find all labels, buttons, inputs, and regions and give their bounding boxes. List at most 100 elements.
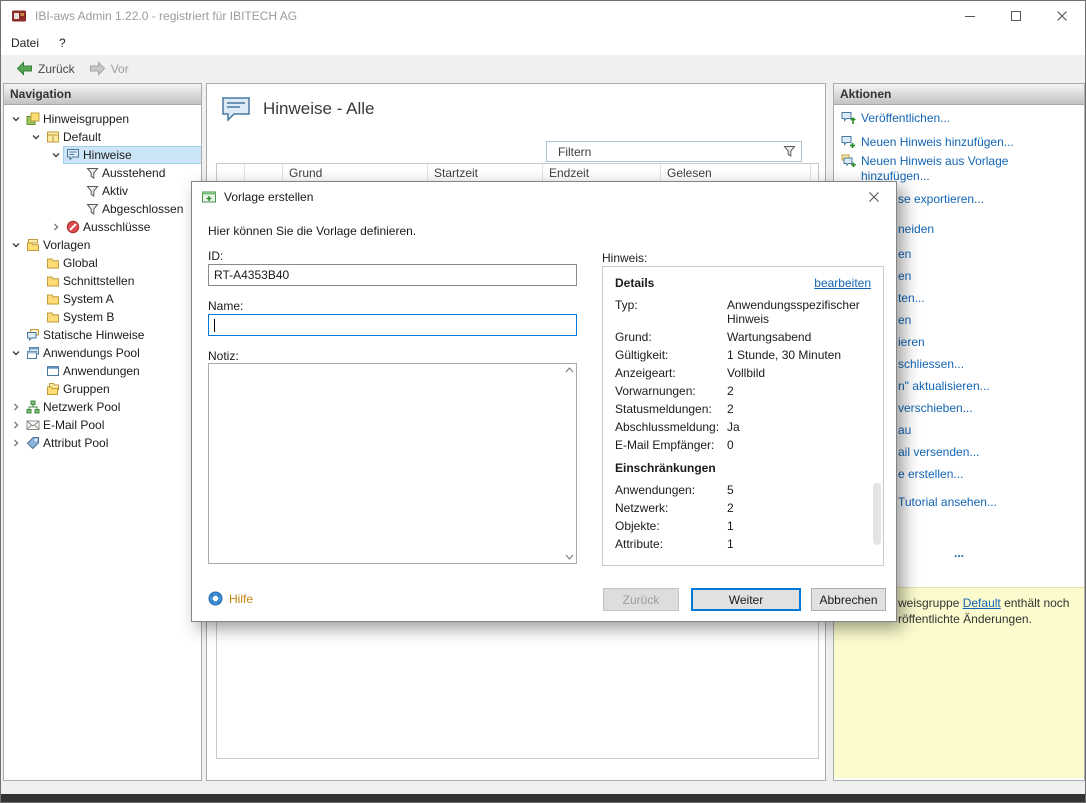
notification-text: enthält noch (1000, 596, 1070, 610)
weiter-button[interactable]: Weiter (691, 588, 801, 611)
table-column-header-grund[interactable]: Grund (283, 164, 428, 181)
tree-item-system-a[interactable]: System A (4, 290, 201, 308)
scroll-up-arrow-icon[interactable] (565, 367, 574, 373)
tree-collapsed-chevron-icon[interactable] (8, 437, 24, 449)
details-rows: Typ: Anwendungsspezifischer Hinweis Grund:… (615, 298, 871, 452)
tree-item-anwendungs-pool[interactable]: Anwendungs Pool (4, 344, 201, 362)
funnel-icon[interactable] (783, 145, 796, 158)
filter-input[interactable]: Filtern (546, 141, 802, 162)
tree-item-label: Hinweise (83, 148, 132, 162)
action-item-ver-ffentlichen[interactable]: Veröffentlichen... (841, 111, 1078, 126)
details-scrollbar-thumb[interactable] (873, 483, 881, 545)
notification-text: weisgruppe (898, 596, 963, 610)
tree-collapsed-chevron-icon[interactable] (48, 221, 64, 233)
close-icon (868, 191, 879, 202)
tree-item-label: Attribut Pool (43, 436, 109, 450)
detail-value: 1 (727, 537, 734, 551)
tree-item-label: Gruppen (63, 382, 110, 396)
action-item-neuen-hinweis-hinzuf-gen[interactable]: Neuen Hinweis hinzufügen... (841, 135, 1078, 150)
table-column-header-item[interactable] (217, 164, 245, 181)
filter-placeholder: Filtern (558, 144, 592, 159)
tree-item-ausstehend[interactable]: Ausstehend (4, 164, 201, 182)
detail-label: Statusmeldungen: (615, 402, 712, 416)
scroll-down-arrow-icon[interactable] (565, 554, 574, 560)
name-input[interactable] (208, 314, 577, 336)
action-item-au[interactable]: au (898, 423, 1078, 438)
action-label: verschieben... (898, 401, 973, 415)
tree-item-ausschl-sse[interactable]: Ausschlüsse (4, 218, 201, 236)
action-item-verschieben[interactable]: verschieben... (898, 401, 1078, 416)
tree-expanded-chevron-icon[interactable] (8, 347, 24, 359)
hinweisgruppe-icon (46, 130, 60, 144)
table-column-header-item[interactable] (245, 164, 283, 181)
tree-item-label: Aktiv (102, 184, 129, 198)
tree-item-gruppen[interactable]: Gruppen (4, 380, 201, 398)
table-column-header-startzeit[interactable]: Startzeit (428, 164, 543, 181)
action-item-schliessen[interactable]: schliessen... (898, 357, 1078, 372)
action-item-tutorial-ansehen[interactable]: Tutorial ansehen... (898, 495, 1078, 510)
notiz-textarea[interactable] (208, 363, 577, 564)
maximize-button[interactable] (993, 1, 1039, 31)
action-item-neuen-hinweis-aus-vorlage-hinzuf-gen[interactable]: Neuen Hinweis aus Vorlage hinzufügen... (841, 154, 1078, 184)
detail-value: Ja (727, 420, 740, 434)
tree-item-abgeschlossen[interactable]: Abgeschlossen (4, 200, 201, 218)
tree-item-anwendungen[interactable]: Anwendungen (4, 362, 201, 380)
tree-item-label: Global (63, 256, 98, 270)
action-item-n-aktualisieren[interactable]: n" aktualisieren... (898, 379, 1078, 394)
forward-label: Vor (110, 61, 129, 76)
tree-item-global[interactable]: Global (4, 254, 201, 272)
tree-collapsed-chevron-icon[interactable] (8, 419, 24, 431)
details-header: Details (615, 276, 655, 290)
abbrechen-button[interactable]: Abbrechen (811, 588, 886, 611)
tree-item-hinweise[interactable]: Hinweise (4, 146, 201, 164)
email-pool-icon (26, 418, 40, 432)
tree-item-attribut-pool[interactable]: Attribut Pool (4, 434, 201, 452)
details-header-row: Details bearbeiten (615, 276, 871, 290)
tree-expanded-chevron-icon[interactable] (48, 149, 64, 161)
action-item-en[interactable]: en (898, 247, 1078, 262)
tree-expanded-chevron-icon[interactable] (28, 131, 44, 143)
tree-item-default[interactable]: Default (4, 128, 201, 146)
action-item-ail-versenden[interactable]: ail versenden... (898, 445, 1078, 460)
detail-row-objekte: Objekte: 1 (615, 519, 871, 533)
tree-item-hinweisgruppen[interactable]: Hinweisgruppen (4, 110, 201, 128)
tree-item-e-mail-pool[interactable]: E-Mail Pool (4, 416, 201, 434)
bearbeiten-link[interactable]: bearbeiten (814, 276, 871, 290)
forward-button[interactable]: Vor (82, 59, 136, 78)
action-item-en[interactable]: en (898, 269, 1078, 284)
minimize-button[interactable] (947, 1, 993, 31)
tree-item-statische-hinweise[interactable]: Statische Hinweise (4, 326, 201, 344)
action-label: se exportieren... (898, 192, 985, 206)
detail-value: 2 (727, 384, 734, 398)
help-label: Hilfe (229, 591, 254, 606)
tree-expanded-chevron-icon[interactable] (8, 239, 24, 251)
table-column-header-gelesen[interactable]: Gelesen (661, 164, 811, 181)
table-column-header-endzeit[interactable]: Endzeit (543, 164, 661, 181)
menu-datei[interactable]: Datei (1, 36, 49, 50)
tree-item-label-wrap: System A (44, 291, 201, 307)
tree-collapsed-chevron-icon[interactable] (8, 401, 24, 413)
tree-item-system-b[interactable]: System B (4, 308, 201, 326)
close-button[interactable] (1039, 1, 1085, 31)
dialog-close-button[interactable] (851, 182, 896, 211)
tree-item-vorlagen[interactable]: Vorlagen (4, 236, 201, 254)
action-item-ieren[interactable]: ieren (898, 335, 1078, 350)
tree-item-aktiv[interactable]: Aktiv (4, 182, 201, 200)
tree-item-netzwerk-pool[interactable]: Netzwerk Pool (4, 398, 201, 416)
action-item-e-erstellen[interactable]: e erstellen... (898, 467, 1078, 482)
back-button[interactable]: Zurück (9, 59, 82, 78)
id-input[interactable]: RT-A4353B40 (208, 264, 577, 286)
action-item-ten[interactable]: ten... (898, 291, 1078, 306)
menubar: Datei ? (1, 31, 1085, 55)
action-item-se-exportieren[interactable]: se exportieren... (898, 192, 1078, 207)
menu-help[interactable]: ? (49, 36, 76, 50)
tree-item-schnittstellen[interactable]: Schnittstellen (4, 272, 201, 290)
notification-default-link[interactable]: Default (963, 596, 1001, 610)
tree-expanded-chevron-icon[interactable] (8, 113, 24, 125)
close-icon (1057, 11, 1067, 21)
action-item-en[interactable]: en (898, 313, 1078, 328)
back-arrow-icon (16, 61, 33, 76)
action-item-neiden[interactable]: neiden (898, 222, 1078, 237)
detail-value: 1 Stunde, 30 Minuten (727, 348, 842, 362)
help-link[interactable]: Hilfe (208, 591, 253, 606)
